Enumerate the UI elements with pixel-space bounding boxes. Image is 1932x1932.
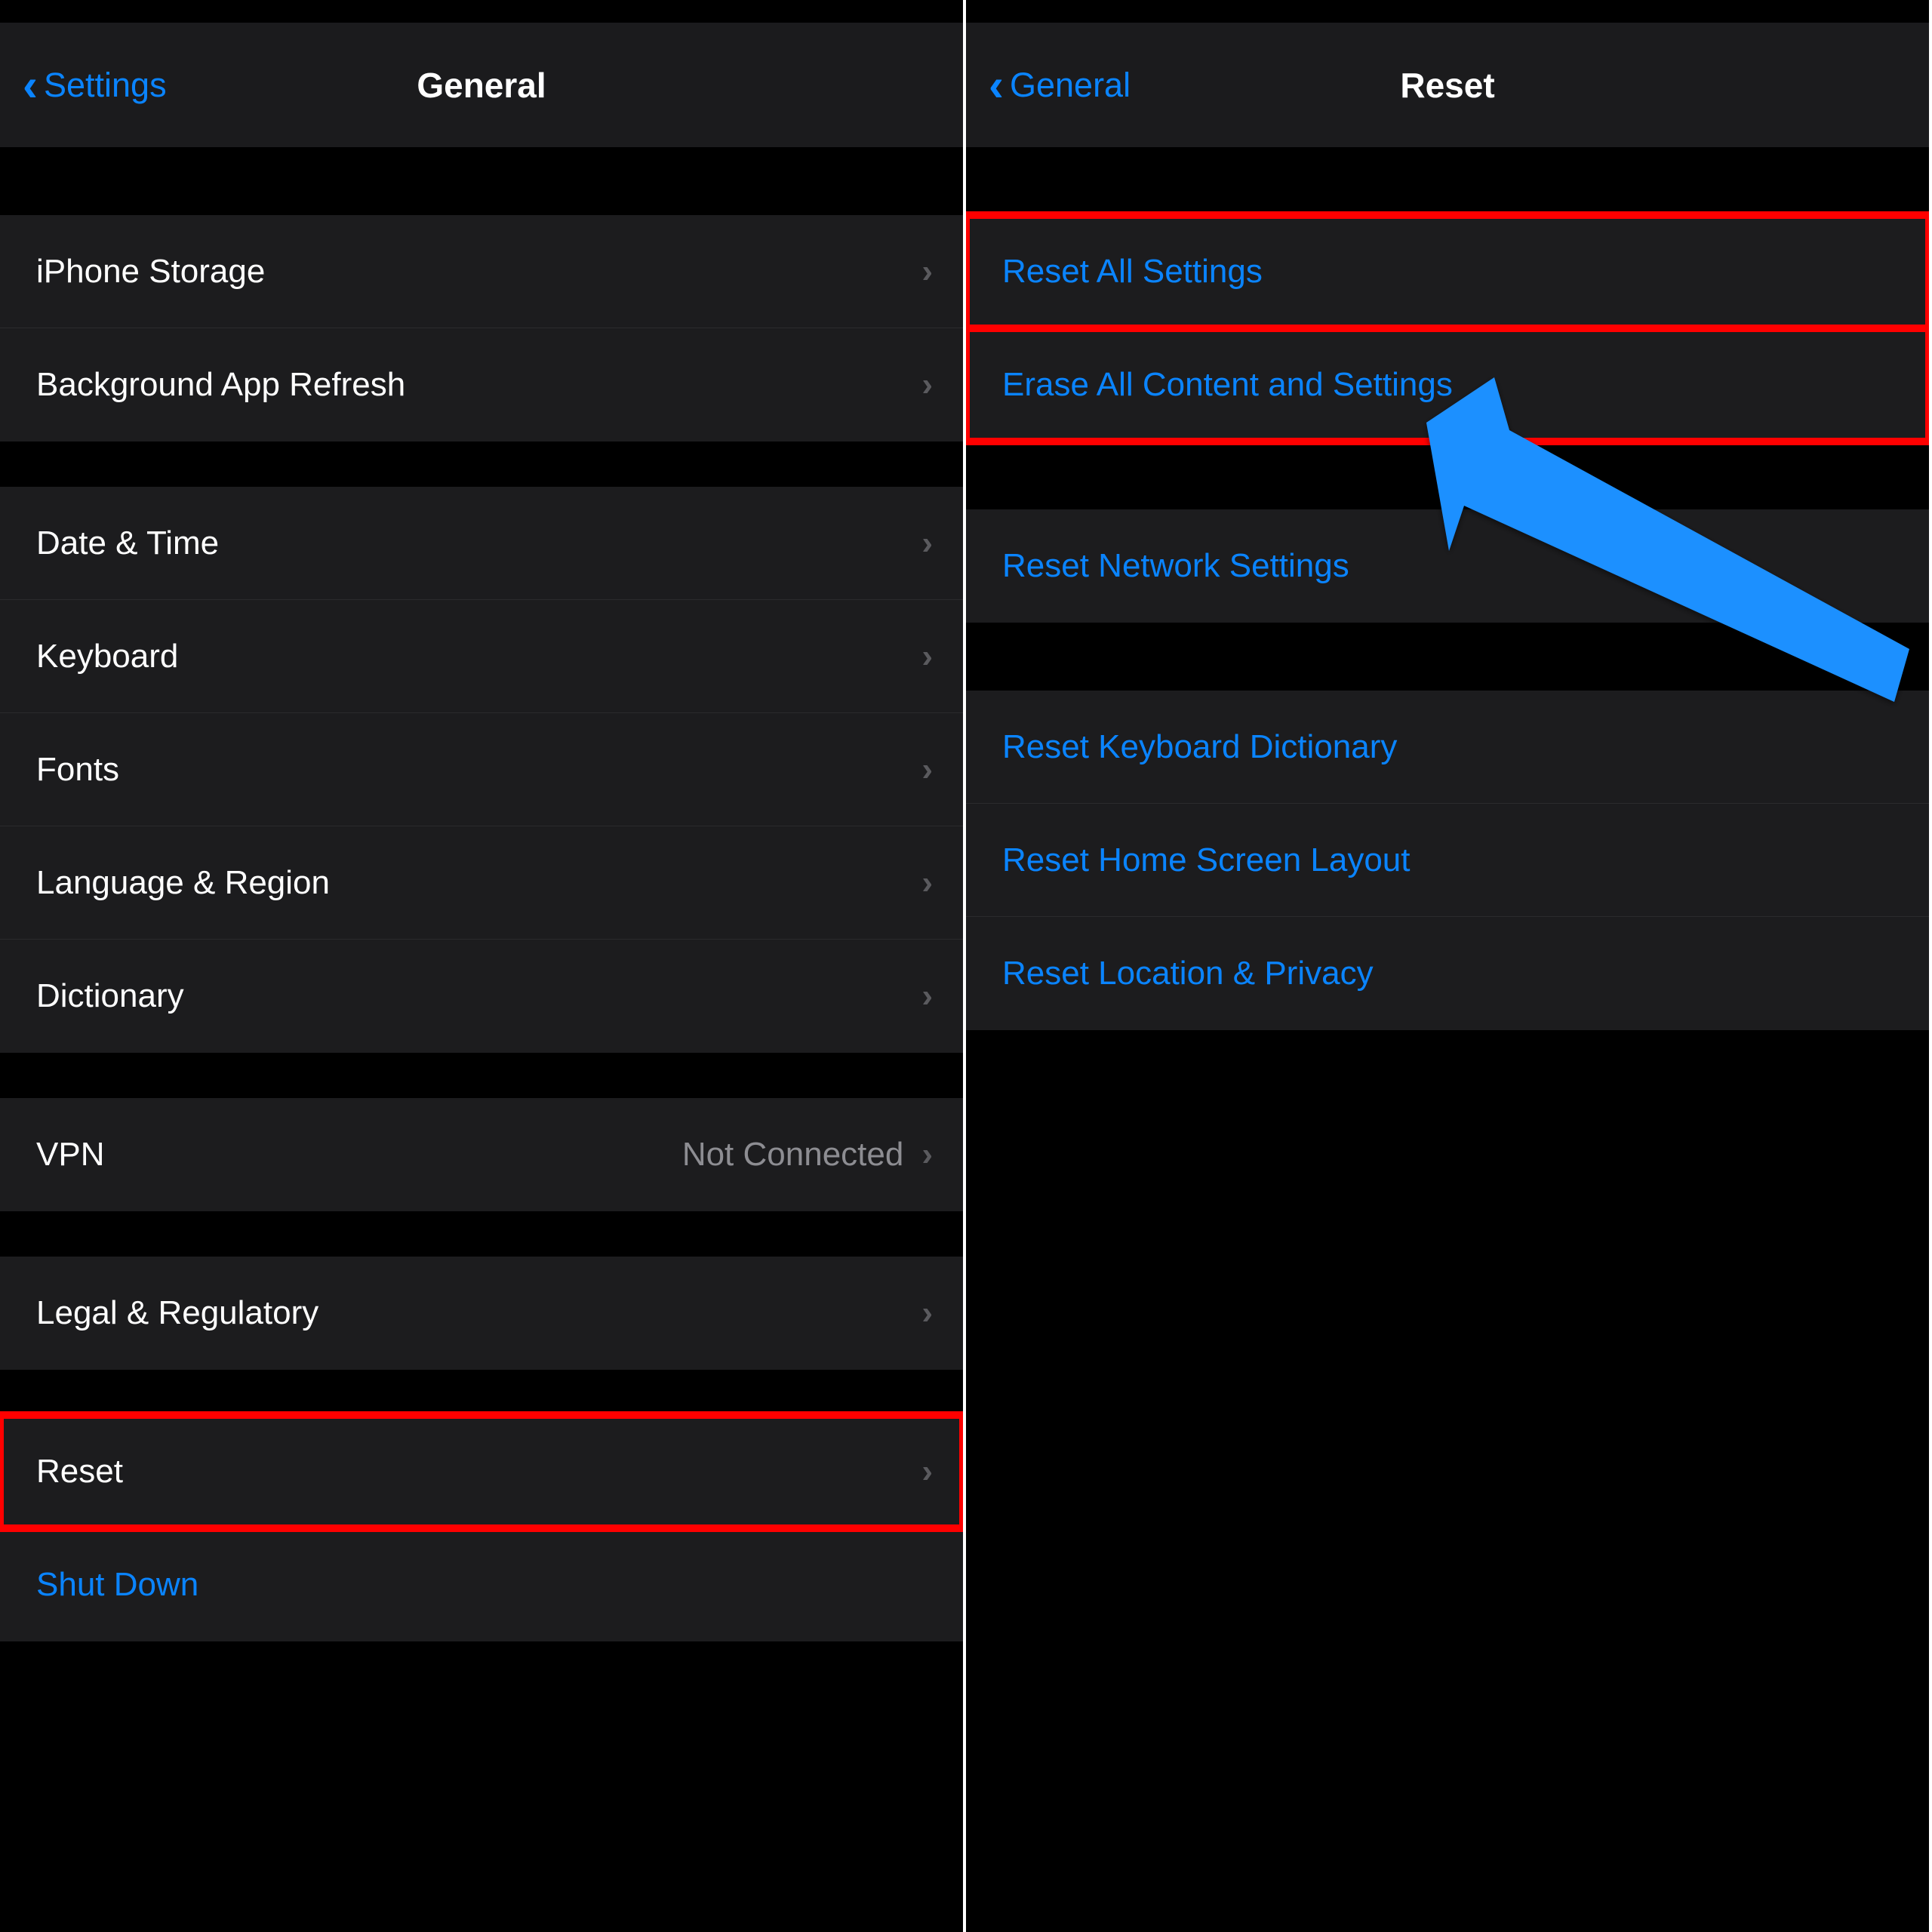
row-legal-regulatory[interactable]: Legal & Regulatory › [0, 1257, 963, 1370]
row-label: Fonts [36, 751, 119, 789]
section-gap [0, 147, 963, 215]
chevron-left-icon: ‹ [23, 63, 38, 108]
row-label: iPhone Storage [36, 253, 265, 291]
row-fonts[interactable]: Fonts › [0, 713, 963, 826]
row-label: Date & Time [36, 525, 219, 562]
row-keyboard[interactable]: Keyboard › [0, 600, 963, 713]
group-reset: Reset › Shut Down [0, 1415, 963, 1641]
section-gap [0, 1370, 963, 1415]
back-label: General [1010, 66, 1131, 105]
back-button-general[interactable]: ‹ General [989, 63, 1131, 108]
row-background-app-refresh[interactable]: Background App Refresh › [0, 328, 963, 441]
row-reset-home-screen-layout[interactable]: Reset Home Screen Layout [966, 804, 1929, 917]
chevron-right-icon: › [921, 366, 933, 404]
section-gap [966, 441, 1929, 509]
row-label: Shut Down [36, 1566, 198, 1604]
page-title: Reset [1400, 65, 1494, 106]
chevron-right-icon: › [921, 751, 933, 789]
screen-reset: ‹ General Reset Reset All Settings Erase… [966, 0, 1932, 1932]
status-bar [966, 0, 1929, 23]
group-vpn: VPN Not Connected › [0, 1098, 963, 1211]
back-label: Settings [44, 66, 167, 105]
row-label: Keyboard [36, 638, 178, 675]
chevron-right-icon: › [921, 1136, 933, 1174]
group-datetime: Date & Time › Keyboard › Fonts › Languag… [0, 487, 963, 1053]
row-language-region[interactable]: Language & Region › [0, 826, 963, 940]
row-reset-network-settings[interactable]: Reset Network Settings [966, 509, 1929, 623]
chevron-right-icon: › [921, 253, 933, 291]
section-gap [0, 441, 963, 487]
section-gap [0, 1211, 963, 1257]
chevron-left-icon: ‹ [989, 63, 1004, 108]
row-label: VPN [36, 1136, 104, 1174]
row-dictionary[interactable]: Dictionary › [0, 940, 963, 1053]
row-iphone-storage[interactable]: iPhone Storage › [0, 215, 963, 328]
screen-general: ‹ Settings General iPhone Storage › Back… [0, 0, 966, 1932]
section-gap [966, 623, 1929, 691]
back-button-settings[interactable]: ‹ Settings [23, 63, 167, 108]
row-reset-location-privacy[interactable]: Reset Location & Privacy [966, 917, 1929, 1030]
navbar-general: ‹ Settings General [0, 23, 963, 147]
row-label: Legal & Regulatory [36, 1294, 318, 1332]
row-reset[interactable]: Reset › [0, 1415, 963, 1528]
group-reset-top: Reset All Settings Erase All Content and… [966, 215, 1929, 441]
row-label: Erase All Content and Settings [1002, 366, 1453, 404]
row-reset-all-settings[interactable]: Reset All Settings [966, 215, 1929, 328]
section-gap [0, 1053, 963, 1098]
row-label: Reset Home Screen Layout [1002, 841, 1411, 879]
row-label: Reset All Settings [1002, 253, 1263, 291]
navbar-reset: ‹ General Reset [966, 23, 1929, 147]
section-gap [966, 147, 1929, 215]
row-label: Reset [36, 1453, 123, 1491]
row-label: Reset Network Settings [1002, 547, 1349, 585]
row-label: Dictionary [36, 977, 184, 1015]
chevron-right-icon: › [921, 977, 933, 1015]
row-reset-keyboard-dictionary[interactable]: Reset Keyboard Dictionary [966, 691, 1929, 804]
status-bar [0, 0, 963, 23]
row-vpn[interactable]: VPN Not Connected › [0, 1098, 963, 1211]
chevron-right-icon: › [921, 1294, 933, 1332]
group-legal: Legal & Regulatory › [0, 1257, 963, 1370]
group-storage: iPhone Storage › Background App Refresh … [0, 215, 963, 441]
row-shut-down[interactable]: Shut Down [0, 1528, 963, 1641]
row-detail: Not Connected [682, 1136, 904, 1174]
chevron-right-icon: › [921, 525, 933, 562]
row-label: Reset Keyboard Dictionary [1002, 728, 1397, 766]
page-title: General [417, 65, 546, 106]
row-label: Reset Location & Privacy [1002, 955, 1374, 992]
group-reset-other: Reset Keyboard Dictionary Reset Home Scr… [966, 691, 1929, 1030]
chevron-right-icon: › [921, 1453, 933, 1491]
row-erase-all-content[interactable]: Erase All Content and Settings [966, 328, 1929, 441]
row-date-time[interactable]: Date & Time › [0, 487, 963, 600]
chevron-right-icon: › [921, 638, 933, 675]
row-label: Language & Region [36, 864, 330, 902]
group-reset-network: Reset Network Settings [966, 509, 1929, 623]
chevron-right-icon: › [921, 864, 933, 902]
row-label: Background App Refresh [36, 366, 405, 404]
